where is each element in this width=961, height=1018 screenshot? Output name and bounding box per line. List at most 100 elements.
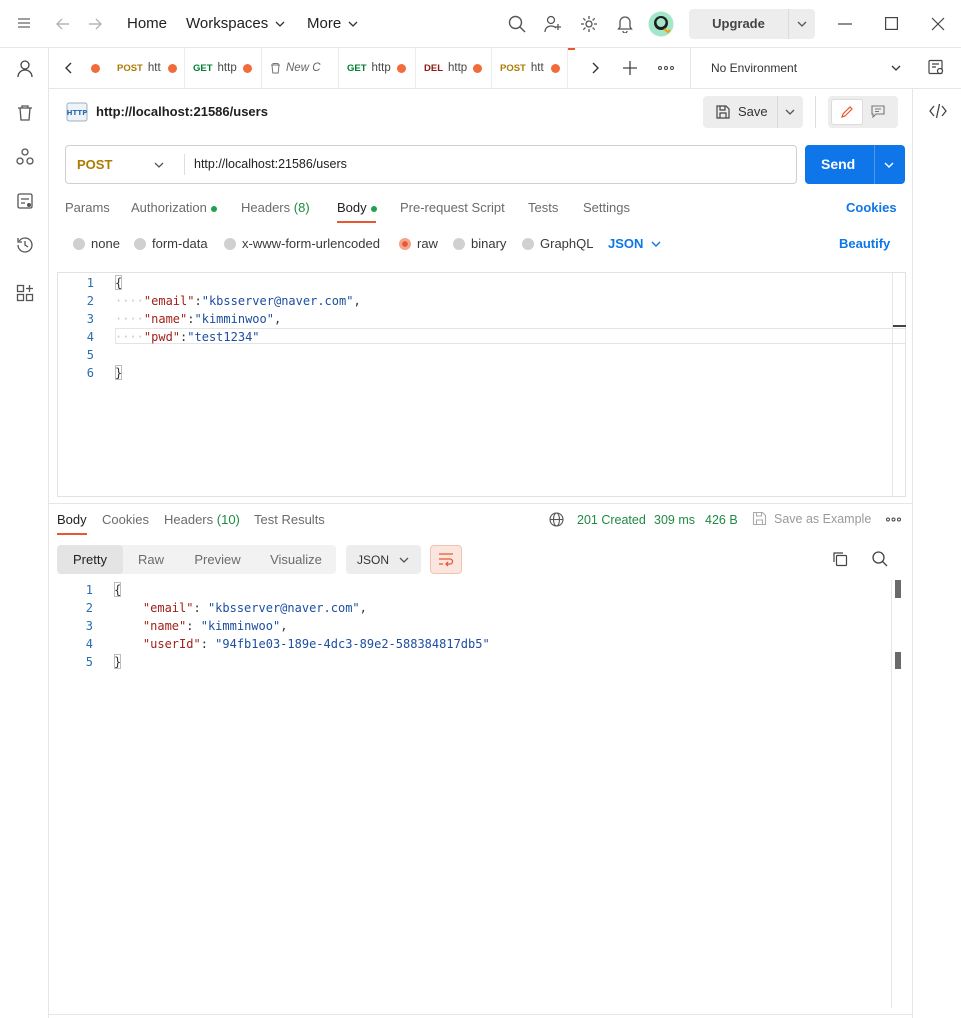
response-body-viewer[interactable]: 1 2 3 4 5 { "email": "kbsserver@naver.co… (57, 580, 906, 1010)
search-icon[interactable] (872, 551, 888, 567)
cookies-link[interactable]: Cookies (846, 200, 897, 215)
response-tab-body[interactable]: Body (57, 512, 87, 527)
tab-pre-request-script[interactable]: Pre-request Script (400, 200, 505, 215)
comment-icon[interactable] (871, 105, 885, 118)
radio-raw[interactable]: raw (399, 236, 438, 251)
chevron-left-icon[interactable] (64, 62, 74, 74)
save-divider (777, 96, 778, 128)
tab-headers[interactable]: Headers (8) (241, 200, 310, 215)
tab-settings[interactable]: Settings (583, 200, 630, 215)
tab-title: http (217, 62, 237, 74)
view-visualize[interactable]: Visualize (256, 545, 336, 574)
status-code[interactable]: 201 Created (577, 513, 646, 527)
request-tabs-bar: POST htt GET http New C GET http DEL htt… (49, 48, 961, 89)
tab-tests[interactable]: Tests (528, 200, 558, 215)
minimize-icon[interactable] (838, 23, 852, 25)
more-options-icon[interactable] (886, 517, 901, 522)
headers-count: (8) (293, 200, 310, 215)
response-size[interactable]: 426 B (705, 513, 738, 527)
environment-select[interactable]: No Environment (691, 48, 913, 88)
code-line: ····"email":"kbsserver@naver.com", (115, 294, 361, 308)
response-tab-cookies[interactable]: Cookies (102, 512, 149, 527)
more-menu[interactable]: More (307, 15, 358, 32)
chevron-right-icon[interactable] (590, 62, 600, 74)
request-name[interactable]: http://localhost:21586/users (96, 104, 268, 119)
tab-body[interactable]: Body (337, 200, 377, 215)
viewer-scrollbar-track (891, 580, 892, 1008)
response-tab-headers[interactable]: Headers (10) (164, 512, 240, 527)
edit-button[interactable] (831, 99, 863, 125)
wrap-lines-button[interactable] (430, 545, 462, 574)
radio-binary[interactable]: binary (453, 236, 506, 251)
save-button[interactable]: Save (703, 96, 803, 128)
tab-get-1[interactable]: GET http (185, 48, 262, 88)
trash-icon[interactable] (14, 102, 36, 124)
tab-post-1[interactable]: POST htt (109, 48, 185, 88)
method-select[interactable]: POST (66, 146, 184, 183)
avatar[interactable] (648, 11, 674, 37)
chevron-down-icon[interactable] (884, 160, 894, 170)
apis-icon[interactable] (14, 146, 36, 168)
close-icon[interactable] (931, 17, 945, 31)
radio-urlencoded[interactable]: x-www-form-urlencoded (224, 236, 380, 251)
send-button[interactable]: Send (805, 145, 905, 184)
response-tab-test-results[interactable]: Test Results (254, 512, 325, 527)
new-tab-plus-icon[interactable] (623, 61, 637, 75)
radio-form-data[interactable]: form-data (134, 236, 208, 251)
radio-label: GraphQL (540, 236, 594, 251)
body-format-select[interactable]: JSON (608, 236, 661, 251)
forward-arrow-icon[interactable] (87, 16, 103, 32)
back-arrow-icon[interactable] (55, 16, 71, 32)
active-dot (210, 205, 217, 212)
workspaces-menu[interactable]: Workspaces (186, 15, 285, 32)
request-body-editor[interactable]: 1 2 3 4 5 6 { ····"email":"kbsserver@nav… (57, 272, 906, 497)
tab-delete[interactable]: DEL http (416, 48, 492, 88)
maximize-icon[interactable] (885, 17, 898, 30)
url-input[interactable]: http://localhost:21586/users (194, 157, 347, 171)
json-key: "name" (142, 619, 187, 633)
chevron-down-icon[interactable] (789, 9, 815, 39)
save-as-example-button[interactable]: Save as Example (774, 512, 871, 526)
user-icon[interactable] (14, 58, 36, 80)
radio-graphql[interactable]: GraphQL (522, 236, 593, 251)
copy-icon[interactable] (832, 551, 848, 567)
json-value: "kbsserver@naver.com" (207, 601, 360, 615)
save-icon (716, 105, 730, 119)
environment-quick-look-icon[interactable] (928, 59, 945, 76)
code-brace: } (115, 366, 123, 380)
upgrade-button[interactable]: Upgrade (689, 9, 815, 39)
line-number: 3 (85, 619, 93, 633)
chevron-down-icon[interactable] (785, 107, 795, 117)
beautify-link[interactable]: Beautify (839, 236, 890, 251)
history-icon[interactable] (14, 234, 36, 256)
radio-none[interactable]: none (73, 236, 120, 251)
response-time[interactable]: 309 ms (654, 513, 695, 527)
tab-title: New C (286, 62, 321, 74)
view-raw[interactable]: Raw (123, 545, 179, 574)
bell-icon[interactable] (616, 14, 634, 33)
save-label: Save (738, 104, 768, 119)
response-format-select[interactable]: JSON (346, 545, 421, 574)
gear-icon[interactable] (580, 15, 598, 33)
code-brace: } (114, 655, 122, 669)
view-pretty[interactable]: Pretty (57, 545, 123, 574)
tab-method: POST (117, 62, 143, 74)
tab-post-2[interactable]: POST htt (492, 48, 568, 88)
editor-scrollbar-thumb[interactable] (893, 325, 906, 327)
code-icon[interactable] (929, 103, 947, 119)
search-icon[interactable] (508, 15, 526, 33)
tab-get-2[interactable]: GET http (339, 48, 416, 88)
globe-icon[interactable] (549, 512, 564, 527)
viewer-scrollbar-thumb[interactable] (895, 580, 901, 598)
tab-new-collection[interactable]: New C (262, 48, 339, 88)
configure-workspace-icon[interactable] (14, 282, 36, 304)
home-link[interactable]: Home (127, 15, 167, 32)
mock-server-icon[interactable] (14, 190, 36, 212)
header-divider (815, 96, 816, 128)
tab-authorization[interactable]: Authorization (131, 200, 217, 215)
invite-user-icon[interactable] (544, 15, 562, 33)
tab-params[interactable]: Params (65, 200, 110, 215)
more-options-icon[interactable] (658, 66, 674, 70)
menu-icon[interactable] (17, 16, 31, 30)
view-preview[interactable]: Preview (179, 545, 256, 574)
